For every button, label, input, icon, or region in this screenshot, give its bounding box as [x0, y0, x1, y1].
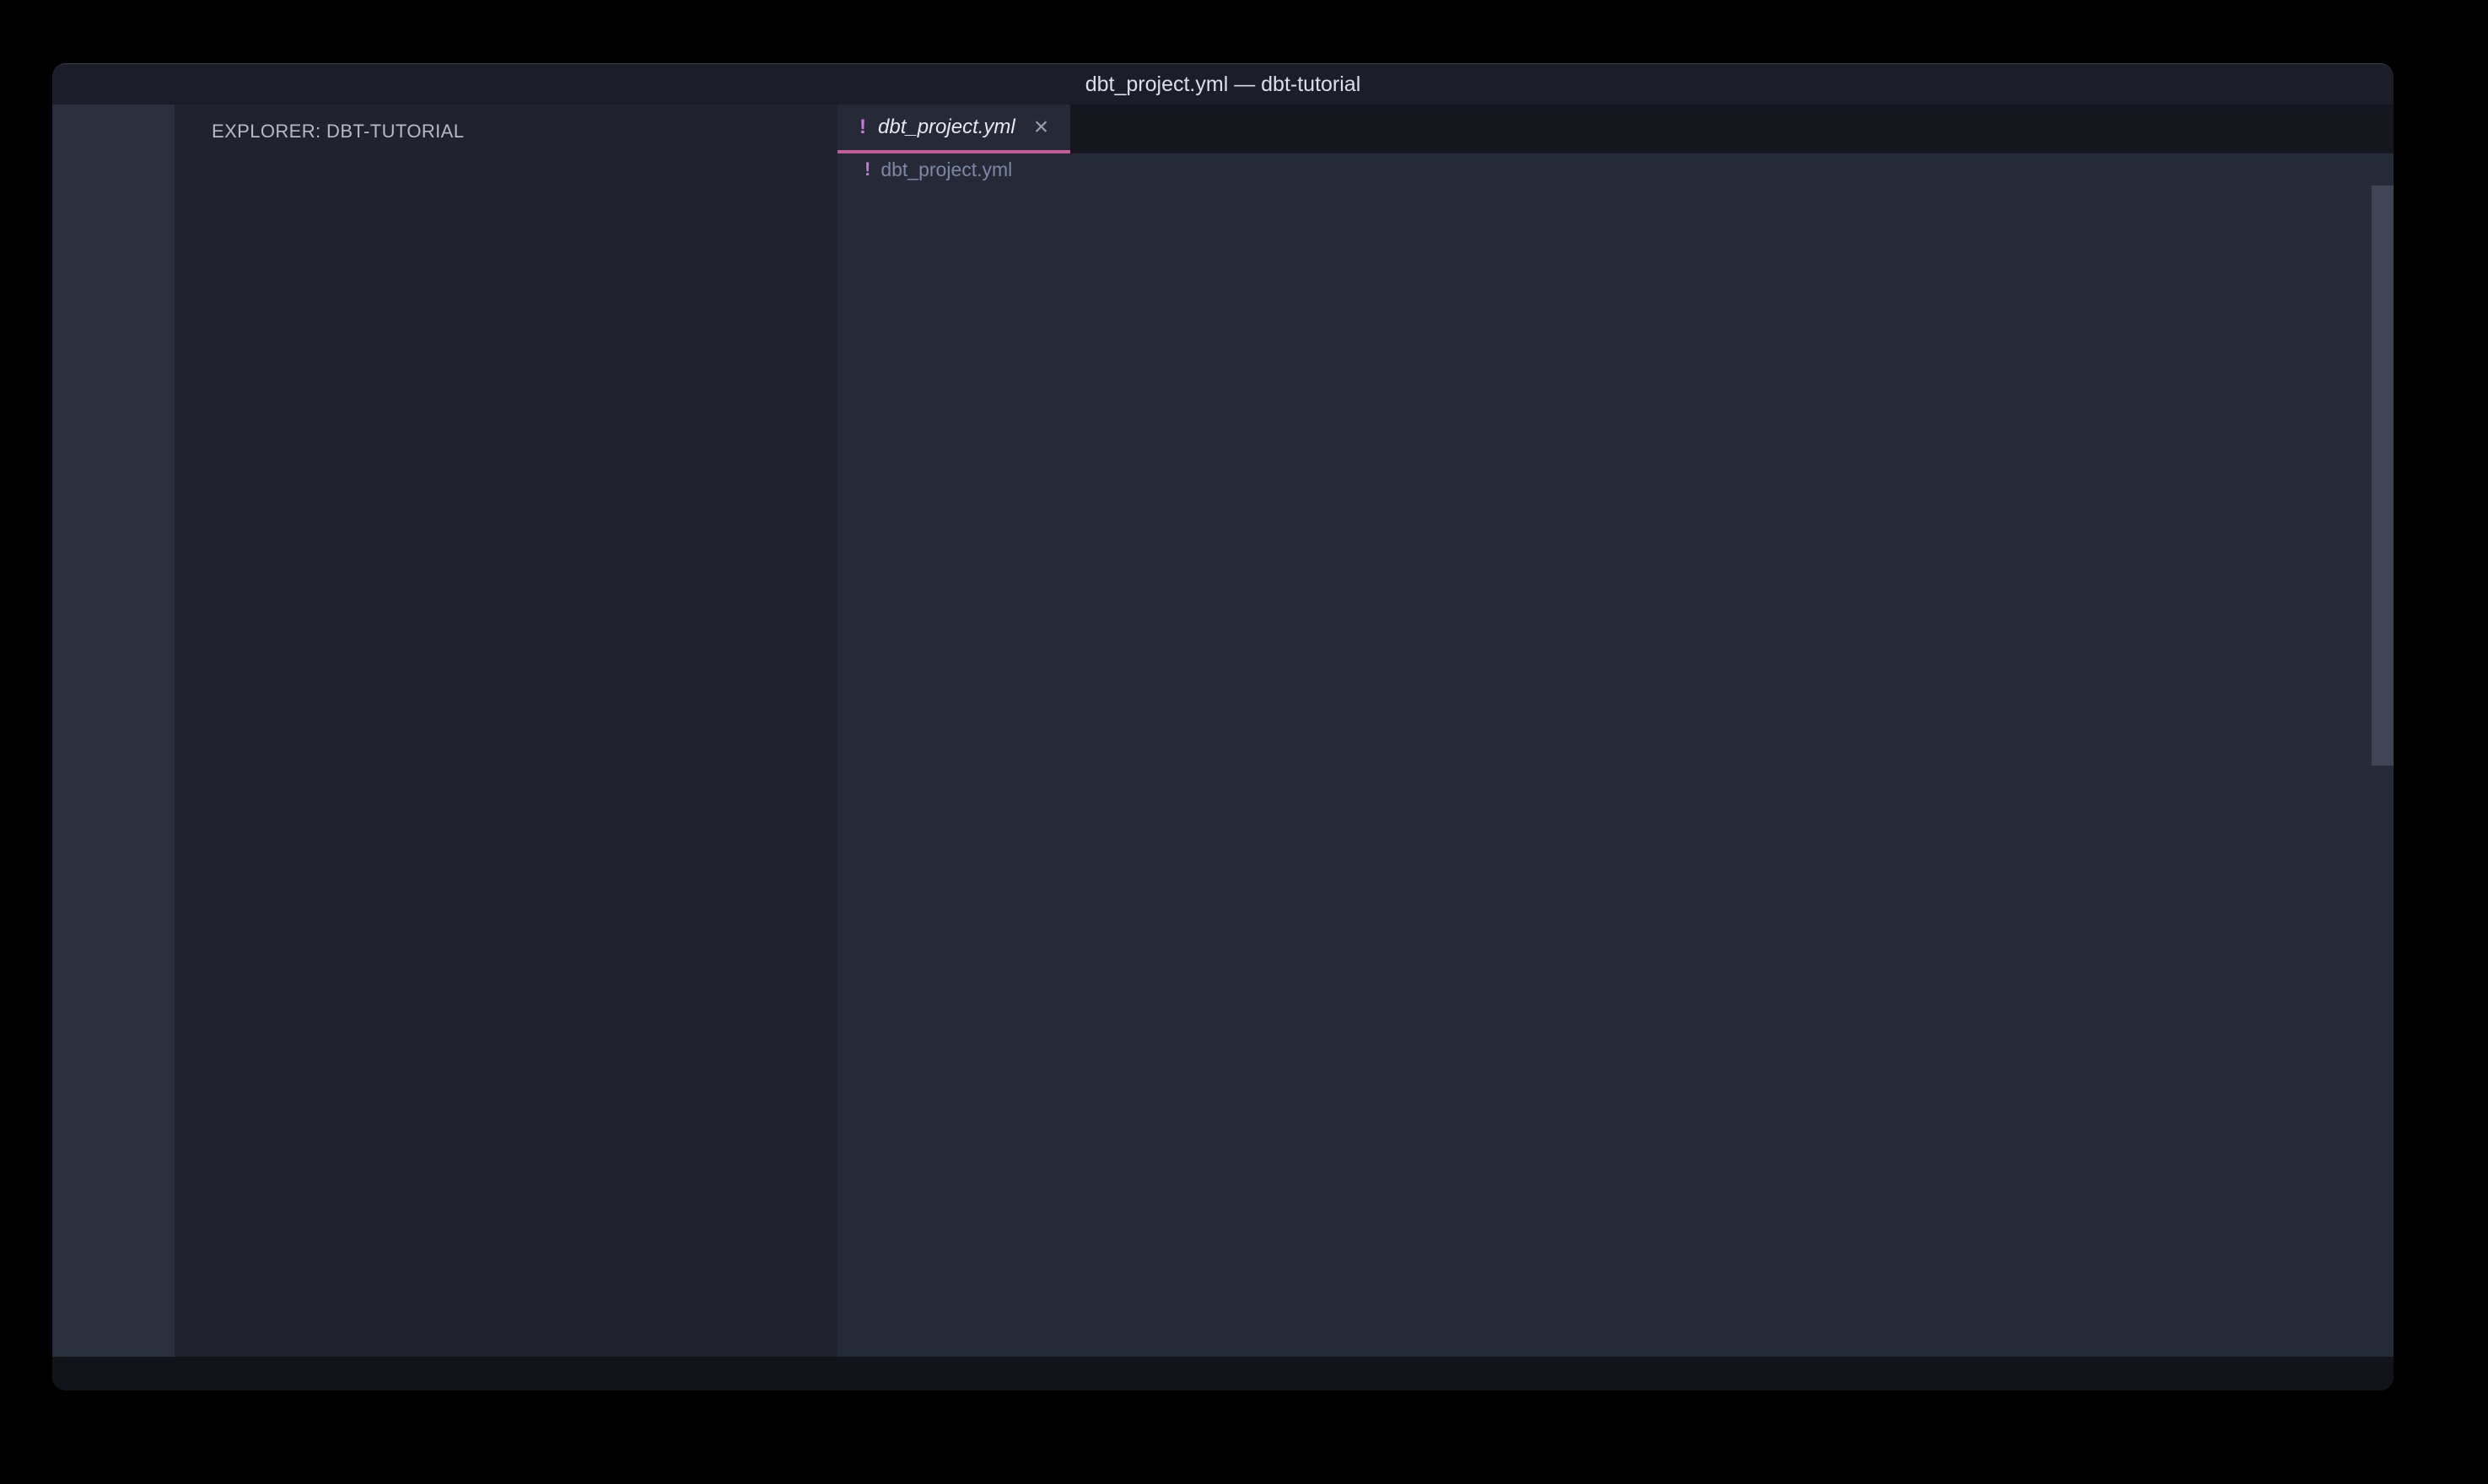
tab-label: dbt_project.yml [878, 116, 1015, 139]
maximize-window-button[interactable] [175, 75, 195, 94]
close-tab-icon[interactable]: × [1034, 115, 1049, 140]
status-bar [52, 1357, 2394, 1390]
window-title: dbt_project.yml — dbt-tutorial [1085, 73, 1361, 97]
yaml-file-icon: ! [864, 159, 870, 180]
vscode-window: dbt_project.yml — dbt-tutorial EXPLORER:… [52, 63, 2394, 1390]
explorer-header: EXPLORER: DBT-TUTORIAL [175, 105, 837, 159]
window-controls [108, 75, 195, 94]
editor-group: ! dbt_project.yml × ! dbt_project.yml [837, 105, 2394, 1357]
breadcrumb[interactable]: ! dbt_project.yml [837, 153, 2394, 186]
workbench: EXPLORER: DBT-TUTORIAL ! dbt_project.yml… [52, 105, 2394, 1357]
close-window-button[interactable] [108, 75, 127, 94]
minimize-window-button[interactable] [142, 75, 161, 94]
tab-bar: ! dbt_project.yml × [837, 105, 2394, 153]
code-editor[interactable] [837, 186, 2394, 1357]
sidebar-explorer: EXPLORER: DBT-TUTORIAL [175, 105, 837, 1357]
title-bar: dbt_project.yml — dbt-tutorial [52, 64, 2394, 105]
breadcrumb-item-file[interactable]: dbt_project.yml [880, 159, 1012, 181]
tab-dbt-project-yml[interactable]: ! dbt_project.yml × [837, 105, 1070, 153]
vertical-scrollbar[interactable] [2372, 186, 2394, 766]
screen: dbt_project.yml — dbt-tutorial EXPLORER:… [0, 0, 2488, 1484]
file-tree [175, 159, 837, 1357]
activity-bar [52, 105, 175, 1357]
explorer-title: EXPLORER: DBT-TUTORIAL [212, 121, 812, 142]
yaml-file-icon: ! [859, 116, 866, 139]
